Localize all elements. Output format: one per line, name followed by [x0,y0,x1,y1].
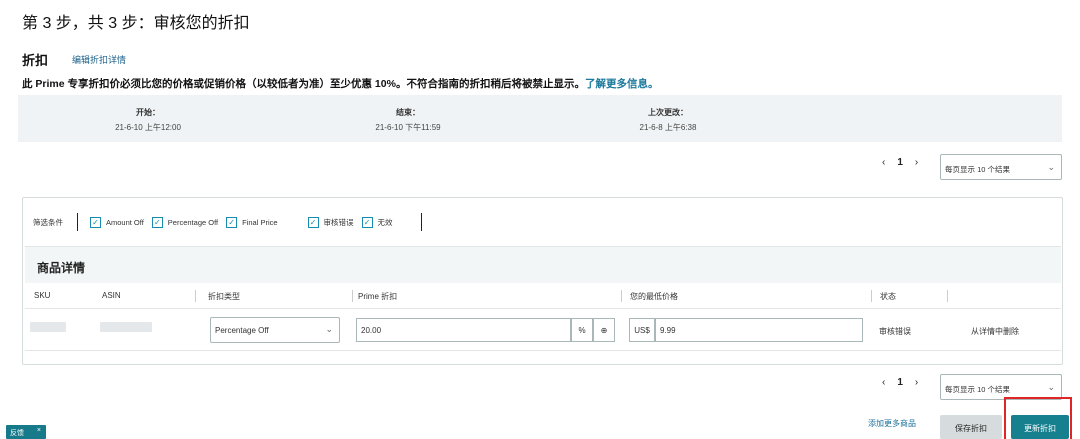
checkbox-checked-icon: ✓ [226,216,238,228]
filter-invalid[interactable]: ✓ 无效 [361,216,393,228]
table-row: Percentage Off ⌄ 20.00 % ⊕ US$ 9.99 审核错误… [25,309,1061,351]
chevron-down-icon: ⌄ [1047,162,1055,172]
filter-item-label: Percentage Off [167,217,219,227]
filter-final-price[interactable]: ✓ Final Price [226,216,278,228]
section-title: 折扣 [22,53,49,68]
asin-value [100,322,152,332]
current-page: 1 [897,157,903,168]
per-page-select-top[interactable]: 每页显示 10 个结果 ⌄ [940,154,1062,180]
edit-discount-link[interactable]: 编辑折扣详情 [72,53,126,66]
col-divider [871,290,872,302]
update-discount-button[interactable]: 更新折扣 [1011,415,1069,439]
filter-item-label: Amount Off [106,217,144,227]
per-page-value: 每页显示 10 个结果 [945,385,1011,394]
filter-bar: 筛选条件 ✓ Amount Off ✓ Percentage Off ✓ Final … [33,212,422,232]
close-icon[interactable]: × [37,427,41,434]
chevron-down-icon: ⌄ [325,324,333,334]
end-date: 结束： 21-6-10 下午11:59 [328,107,488,133]
min-price-input[interactable]: 9.99 [655,318,863,342]
col-sku: SKU [34,291,51,300]
filter-percentage-off[interactable]: ✓ Percentage Off [151,216,219,228]
filter-review-error[interactable]: ✓ 审核错误 [307,216,354,228]
filter-item-label: 无效 [377,217,393,227]
remove-from-details-link[interactable]: 从详情中删除 [971,326,1019,337]
col-discount-type: 折扣类型 [208,292,240,301]
sku-value [30,322,66,332]
product-details-title: 商品详情 [37,261,86,275]
col-prime-discount: Prime 折扣 [358,292,398,301]
start-date-label: 开始： [136,108,160,117]
learn-more-link[interactable]: 了解更多信息。 [585,78,659,90]
status-text: 审核错误 [879,327,911,336]
filter-item-label: Final Price [242,217,278,227]
feedback-tab[interactable]: 反馈 × [6,425,46,439]
col-divider [621,290,622,302]
col-divider [195,290,196,302]
notice-text: 此 Prime 专享折扣价必须比您的价格或促销价格（以较低者为准）至少优惠 10… [22,78,585,90]
start-date: 开始： 21-6-10 上午12:00 [68,107,228,133]
pager-bottom: ‹ 1 › [876,377,924,388]
start-date-value: 21-6-10 上午12:00 [115,123,181,132]
page-title: 第 3 步，共 3 步：审核您的折扣 [22,15,250,32]
next-page-button[interactable]: › [915,377,918,388]
discount-notice: 此 Prime 专享折扣价必须比您的价格或促销价格（以较低者为准）至少优惠 10… [22,76,658,91]
discount-type-value: Percentage Off [215,326,269,335]
checkbox-checked-icon: ✓ [90,216,101,228]
next-page-button[interactable]: › [915,157,918,168]
col-divider [352,290,353,302]
discount-panel: 筛选条件 ✓ Amount Off ✓ Percentage Off ✓ Final … [22,197,1063,365]
filter-amount-off[interactable]: ✓ Amount Off [90,216,144,228]
table-header: SKU ASIN 折扣类型 Prime 折扣 您的最低价格 状态 [25,283,1061,309]
col-min-price: 您的最低价格 [630,292,678,301]
last-modified-label: 上次更改： [648,108,688,117]
checkbox-checked-icon: ✓ [361,216,373,228]
feedback-label: 反馈 [10,430,24,437]
pager-top: ‹ 1 › [876,157,924,168]
prime-discount-input[interactable]: 20.00 [356,318,571,342]
col-divider [947,290,948,302]
end-date-value: 21-6-10 下午11:59 [375,123,441,132]
filter-item-label: 审核错误 [323,217,354,227]
per-page-value: 每页显示 10 个结果 [945,165,1011,174]
col-asin: ASIN [102,291,121,300]
current-page: 1 [897,377,903,388]
last-modified-value: 21-6-8 上午6:38 [639,123,697,132]
end-date-label: 结束： [396,108,420,117]
currency-addon: US$ [629,318,655,342]
percent-addon: % [571,318,593,342]
discount-type-select[interactable]: Percentage Off ⌄ [210,317,340,343]
add-more-products-link[interactable]: 添加更多商品 [868,418,916,429]
chevron-down-icon: ⌄ [1047,382,1055,392]
checkbox-checked-icon: ✓ [307,216,319,228]
checkbox-checked-icon: ✓ [151,216,163,228]
product-details-header: 商品详情 [25,247,1061,283]
prev-page-button[interactable]: ‹ [882,157,885,168]
last-modified: 上次更改： 21-6-8 上午6:38 [588,107,748,133]
filter-label: 筛选条件 [33,217,63,227]
calculator-icon[interactable]: ⊕ [593,318,615,342]
col-status: 状态 [880,292,896,301]
prev-page-button[interactable]: ‹ [882,377,885,388]
divider [77,213,78,231]
save-discount-button[interactable]: 保存折扣 [940,415,1002,439]
dates-summary: 开始： 21-6-10 上午12:00 结束： 21-6-10 下午11:59 … [18,95,1062,142]
product-details: 商品详情 SKU ASIN 折扣类型 Prime 折扣 您的最低价格 状态 Pe… [25,246,1061,363]
divider [420,213,422,231]
